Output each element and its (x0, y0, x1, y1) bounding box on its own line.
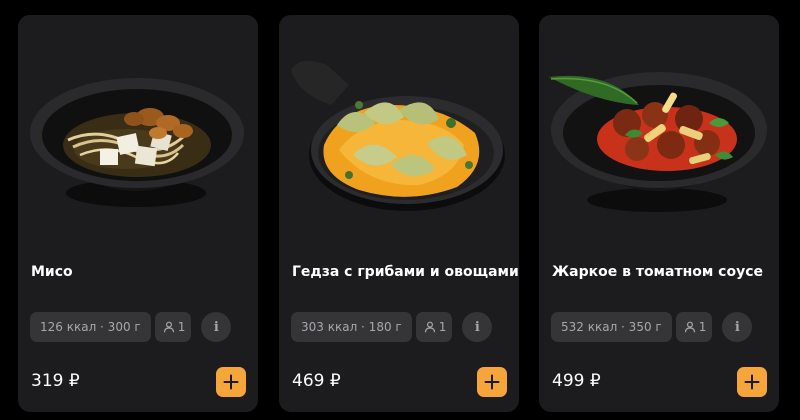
person-icon (684, 321, 695, 333)
portions-badge: 1 (415, 312, 453, 342)
kcal-weight-badge: 303 ккал · 180 г (291, 312, 412, 342)
plus-icon (223, 374, 239, 390)
plus-icon (484, 374, 500, 390)
dish-name: Жаркое в томатном соусе (552, 264, 764, 280)
dish-meta: 126 ккал · 300 г 1 i (30, 312, 232, 342)
portions-count: 1 (177, 320, 186, 334)
info-icon[interactable]: i (722, 312, 753, 342)
dish-name: Мисо (31, 264, 73, 280)
menu-card-miso[interactable]: Мисо 126 ккал · 300 г 1 i 319 ₽ (18, 15, 258, 412)
dish-price: 319 ₽ (31, 371, 80, 391)
dish-photo[interactable] (279, 15, 519, 235)
dish-photo[interactable] (18, 15, 258, 235)
menu-card-stew[interactable]: Жаркое в томатном соусе 532 ккал · 350 г… (539, 15, 779, 412)
portions-badge: 1 (154, 312, 192, 342)
info-icon[interactable]: i (201, 312, 232, 342)
kcal-weight-badge: 532 ккал · 350 г (551, 312, 672, 342)
portions-count: 1 (698, 320, 707, 334)
menu-grid: Мисо 126 ккал · 300 г 1 i 319 ₽ Гедза с … (0, 0, 800, 420)
add-to-cart-button[interactable] (477, 367, 507, 397)
portions-badge: 1 (675, 312, 713, 342)
add-to-cart-button[interactable] (216, 367, 246, 397)
info-icon[interactable]: i (462, 312, 493, 342)
portions-count: 1 (438, 320, 447, 334)
person-icon (163, 321, 174, 333)
add-to-cart-button[interactable] (737, 367, 767, 397)
menu-card-gyoza[interactable]: Гедза с грибами и овощами 303 ккал · 180… (279, 15, 519, 412)
dish-photo[interactable] (539, 15, 779, 235)
dish-price: 469 ₽ (292, 371, 341, 391)
dish-name: Гедза с грибами и овощами (292, 264, 519, 280)
dish-meta: 532 ккал · 350 г 1 i (551, 312, 753, 342)
kcal-weight-badge: 126 ккал · 300 г (30, 312, 151, 342)
person-icon (424, 321, 435, 333)
dish-meta: 303 ккал · 180 г 1 i (291, 312, 493, 342)
plus-icon (744, 374, 760, 390)
dish-price: 499 ₽ (552, 371, 601, 391)
